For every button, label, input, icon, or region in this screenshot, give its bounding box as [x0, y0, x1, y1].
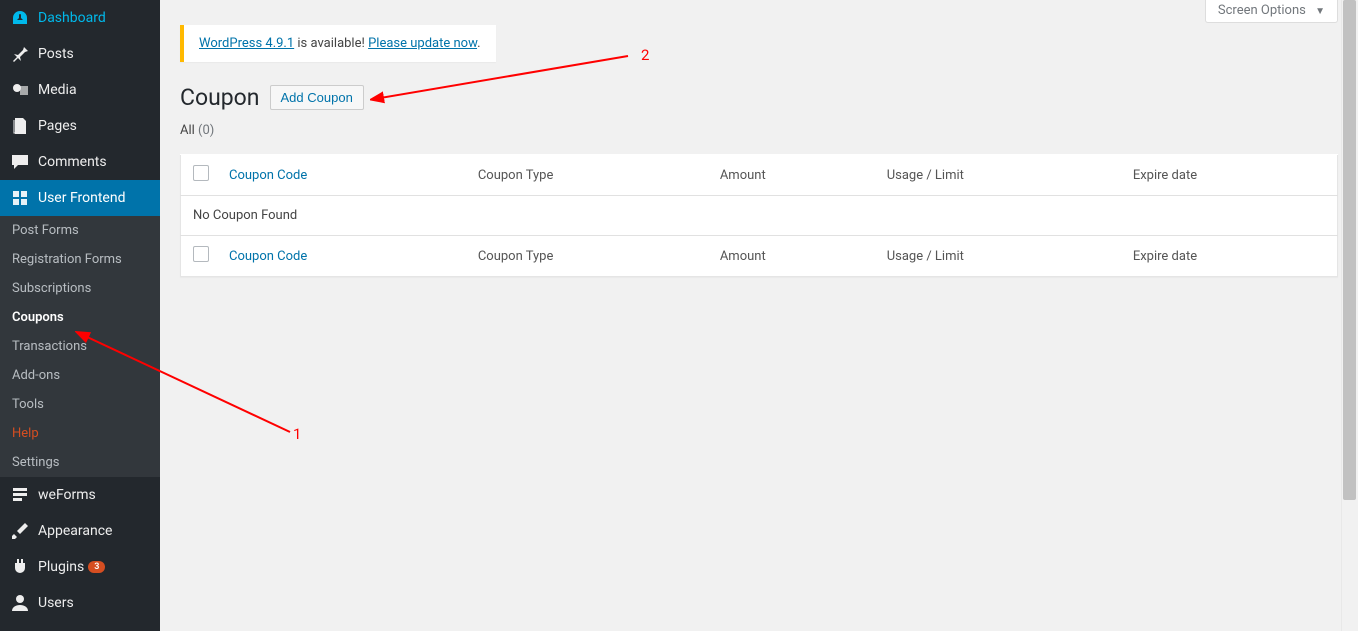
col-coupon-code-foot[interactable]: Coupon Code	[219, 236, 468, 277]
user-icon	[10, 593, 30, 613]
sidebar-label: Users	[38, 595, 74, 611]
sidebar-label: weForms	[38, 487, 96, 503]
update-now-link[interactable]: Please update now	[368, 36, 477, 51]
submenu-item-tools[interactable]: Tools	[0, 390, 160, 419]
sidebar-item-posts[interactable]: Posts	[0, 36, 160, 72]
plugins-badge: 3	[88, 561, 105, 573]
sidebar-label: Media	[38, 82, 77, 98]
list-filter: All (0)	[180, 123, 1338, 138]
submenu-item-addons[interactable]: Add-ons	[0, 361, 160, 390]
submenu-item-registration-forms[interactable]: Registration Forms	[0, 245, 160, 274]
annotation-label-1: 1	[293, 425, 301, 443]
submenu-item-coupons[interactable]: Coupons	[0, 303, 160, 332]
submenu-item-settings[interactable]: Settings	[0, 448, 160, 477]
scrollbar-thumb[interactable]	[1343, 0, 1356, 500]
screen-options-button[interactable]: Screen Options ▼	[1205, 0, 1338, 23]
select-all-checkbox-bottom[interactable]	[193, 246, 209, 262]
sidebar-label: Pages	[38, 118, 77, 134]
brush-icon	[10, 521, 30, 541]
gauge-icon	[10, 8, 30, 28]
submenu-item-post-forms[interactable]: Post Forms	[0, 216, 160, 245]
col-coupon-code[interactable]: Coupon Code	[219, 155, 468, 196]
admin-sidebar: Dashboard Posts Media Pages Comments Use…	[0, 0, 160, 631]
main-content: Screen Options ▼ WordPress 4.9.1 is avai…	[160, 0, 1358, 631]
sidebar-label: Plugins	[38, 559, 84, 575]
pin-icon	[10, 44, 30, 64]
col-expire-date-foot: Expire date	[1123, 236, 1338, 277]
sidebar-item-plugins[interactable]: Plugins 3	[0, 549, 160, 585]
col-usage-limit: Usage / Limit	[877, 155, 1123, 196]
col-amount: Amount	[710, 155, 877, 196]
sidebar-item-pages[interactable]: Pages	[0, 108, 160, 144]
table-empty-row: No Coupon Found	[181, 196, 1338, 236]
pages-icon	[10, 116, 30, 136]
filter-all-count: (0)	[198, 123, 214, 138]
sidebar-item-users[interactable]: Users	[0, 585, 160, 621]
sidebar-label: User Frontend	[38, 190, 125, 206]
col-coupon-type-foot: Coupon Type	[468, 236, 710, 277]
sidebar-item-media[interactable]: Media	[0, 72, 160, 108]
comment-icon	[10, 152, 30, 172]
sidebar-label: Posts	[38, 46, 74, 62]
submenu-item-transactions[interactable]: Transactions	[0, 332, 160, 361]
submenu-user-frontend: Post Forms Registration Forms Subscripti…	[0, 216, 160, 477]
sidebar-label: Comments	[38, 154, 107, 170]
submenu-item-help[interactable]: Help	[0, 419, 160, 448]
update-version-link[interactable]: WordPress 4.9.1	[199, 36, 294, 51]
chevron-down-icon: ▼	[1315, 6, 1325, 17]
sidebar-item-appearance[interactable]: Appearance	[0, 513, 160, 549]
page-heading: Coupon Add Coupon	[180, 84, 1338, 111]
form-icon	[10, 485, 30, 505]
select-all-checkbox[interactable]	[193, 165, 209, 181]
annotation-label-2: 2	[641, 46, 649, 64]
notice-mid: is available!	[294, 36, 368, 51]
plug-icon	[10, 557, 30, 577]
filter-all[interactable]: All	[180, 123, 195, 138]
sidebar-label: Dashboard	[38, 10, 106, 26]
media-icon	[10, 80, 30, 100]
page-title: Coupon	[180, 84, 260, 111]
sidebar-item-weforms[interactable]: weForms	[0, 477, 160, 513]
screen-options-label: Screen Options	[1218, 3, 1306, 18]
submenu-item-subscriptions[interactable]: Subscriptions	[0, 274, 160, 303]
update-notice: WordPress 4.9.1 is available! Please upd…	[180, 25, 496, 62]
col-usage-limit-foot: Usage / Limit	[877, 236, 1123, 277]
col-expire-date: Expire date	[1123, 155, 1338, 196]
coupons-table: Coupon Code Coupon Type Amount Usage / L…	[180, 154, 1338, 277]
sidebar-item-dashboard[interactable]: Dashboard	[0, 0, 160, 36]
add-coupon-button[interactable]: Add Coupon	[270, 85, 364, 110]
sidebar-item-user-frontend[interactable]: User Frontend	[0, 180, 160, 216]
user-frontend-icon	[10, 188, 30, 208]
col-amount-foot: Amount	[710, 236, 877, 277]
sidebar-label: Appearance	[38, 523, 112, 539]
col-coupon-type: Coupon Type	[468, 155, 710, 196]
sidebar-item-comments[interactable]: Comments	[0, 144, 160, 180]
